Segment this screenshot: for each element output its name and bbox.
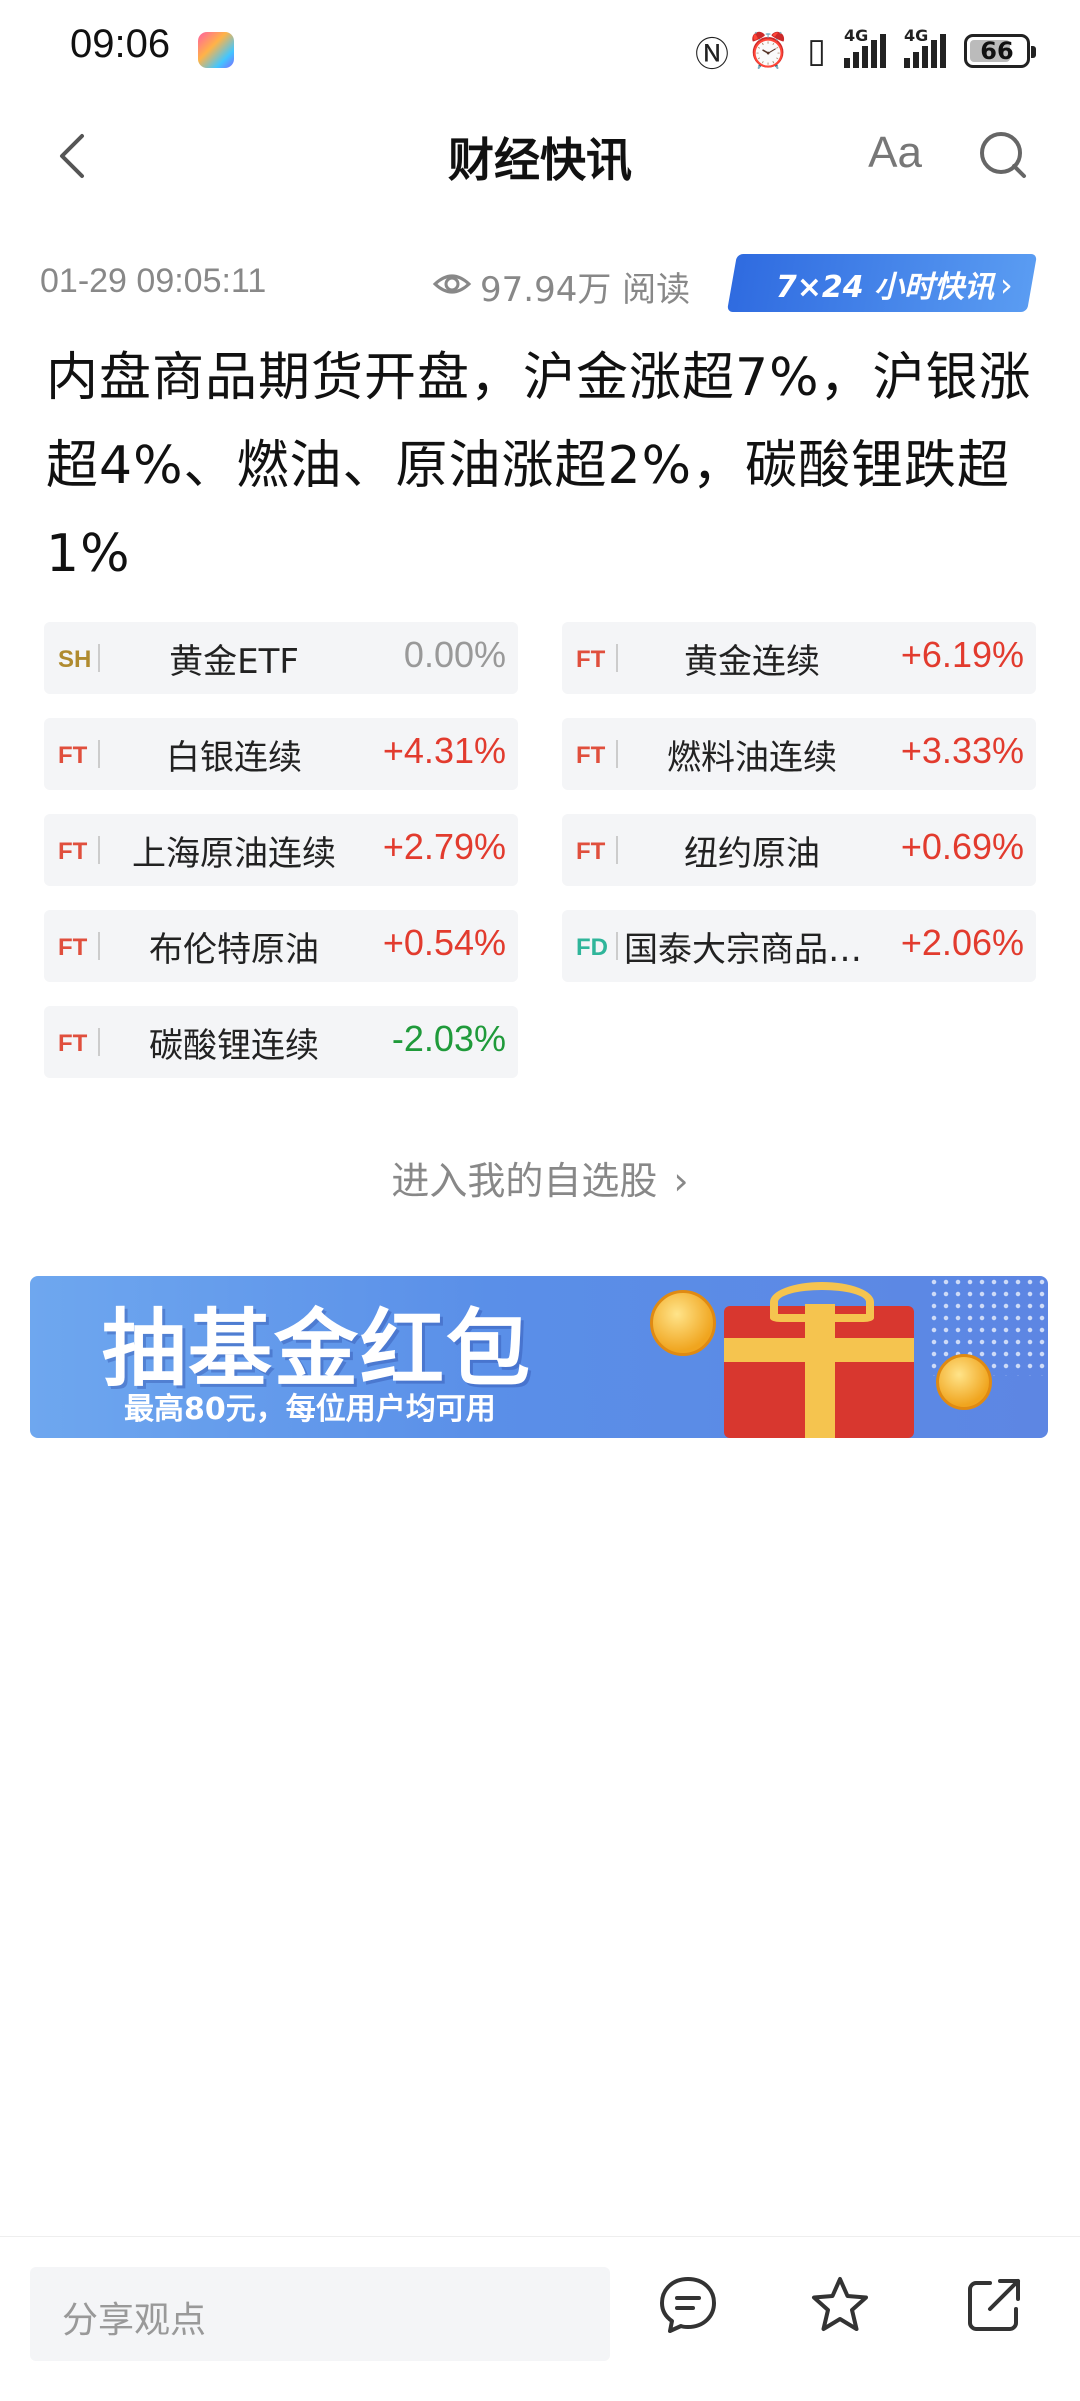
quote-name: 布伦特原油 [149, 930, 319, 970]
status-bar: 09:06 Ⓝ ⏰ ▯ 4G 4G 66 [0, 0, 1080, 100]
star-icon[interactable] [808, 2273, 872, 2337]
market-code: FT [58, 742, 88, 769]
signal-icon-1: 4G [844, 26, 886, 68]
quote-card[interactable]: FD 国泰大宗商品(… +2.06% [562, 910, 1036, 982]
quote-name: 燃料油连续 [667, 738, 837, 778]
banner-subtitle: 最高80元，每位用户均可用 [124, 1392, 496, 1427]
quote-change: +6.19% [900, 634, 1024, 675]
promo-banner[interactable]: 抽基金红包 最高80元，每位用户均可用 [30, 1276, 1048, 1438]
app-notification-icon [198, 32, 234, 68]
quote-change: +0.54% [382, 922, 506, 963]
signal-icon-2: 4G [904, 26, 946, 68]
status-icons: Ⓝ ⏰ ▯ 4G 4G 66 [694, 26, 1036, 76]
chevron-right-icon: › [673, 1159, 689, 1203]
quote-change: +0.69% [900, 826, 1024, 867]
quote-change: +2.06% [900, 922, 1024, 963]
quote-name: 黄金ETF [169, 642, 299, 682]
battery-icon: 66 [964, 34, 1036, 68]
market-code: FD [576, 934, 608, 961]
comment-icon[interactable] [656, 2273, 720, 2337]
watchlist-link-label: 进入我的自选股 [391, 1159, 658, 1203]
quote-name: 国泰大宗商品(… [624, 930, 874, 970]
quote-card[interactable]: FT 布伦特原油 +0.54% [44, 910, 518, 982]
market-code: FT [576, 838, 606, 865]
market-code: FT [58, 934, 88, 961]
market-code: FT [58, 838, 88, 865]
market-code: FT [576, 742, 606, 769]
alarm-icon: ⏰ [746, 31, 790, 71]
quote-change: 0.00% [403, 634, 506, 675]
nfc-icon: Ⓝ [694, 34, 729, 75]
market-code: FT [58, 1030, 88, 1057]
coin-icon [650, 1290, 716, 1356]
nav-bar: 财经快讯 Aa [0, 100, 1080, 212]
quote-name: 纽约原油 [684, 834, 820, 874]
coin-icon [936, 1354, 992, 1410]
font-size-button[interactable]: Aa [868, 128, 922, 178]
search-icon[interactable] [976, 128, 1032, 184]
read-count: 97.94万 阅读 [480, 270, 691, 310]
quote-card[interactable]: FT 碳酸锂连续 -2.03% [44, 1006, 518, 1078]
share-opinion-placeholder: 分享观点 [62, 2300, 207, 2341]
eye-icon [432, 274, 472, 294]
quote-card[interactable]: FT 燃料油连续 +3.33% [562, 718, 1036, 790]
quote-name: 黄金连续 [684, 642, 820, 682]
quote-change: +4.31% [382, 730, 506, 771]
news-feed-badge-label[interactable]: 7×24 小时快讯 [740, 262, 1030, 306]
watchlist-link[interactable]: 进入我的自选股 › [0, 1150, 1080, 1205]
quote-card[interactable]: FT 纽约原油 +0.69% [562, 814, 1036, 886]
quote-name: 白银连续 [166, 738, 302, 778]
quote-name: 碳酸锂连续 [149, 1026, 319, 1066]
quote-change: +3.33% [900, 730, 1024, 771]
quote-card[interactable]: SH 黄金ETF 0.00% [44, 622, 518, 694]
article-meta: 01-29 09:05:11 97.94万 阅读 7×24 小时快讯 › [40, 254, 1040, 314]
share-opinion-input[interactable]: 分享观点 [30, 2267, 610, 2361]
share-icon[interactable] [962, 2273, 1026, 2337]
quote-card[interactable]: FT 上海原油连续 +2.79% [44, 814, 518, 886]
vibrate-icon: ▯ [807, 31, 826, 71]
quote-change: -2.03% [391, 1018, 506, 1059]
publish-time: 01-29 09:05:11 [40, 262, 267, 300]
chevron-right-icon: › [1000, 266, 1013, 304]
quote-change: +2.79% [382, 826, 506, 867]
headline: 内盘商品期货开盘，沪金涨超7%，沪银涨超4%、燃油、原油涨超2%，碳酸锂跌超1% [46, 348, 1032, 584]
market-code: FT [576, 646, 606, 673]
market-code: SH [58, 646, 92, 673]
quote-card[interactable]: FT 黄金连续 +6.19% [562, 622, 1036, 694]
bottom-bar: 分享观点 [0, 2236, 1080, 2401]
quote-card[interactable]: FT 白银连续 +4.31% [44, 718, 518, 790]
quote-name: 上海原油连续 [132, 834, 336, 874]
status-time: 09:06 [70, 22, 171, 66]
